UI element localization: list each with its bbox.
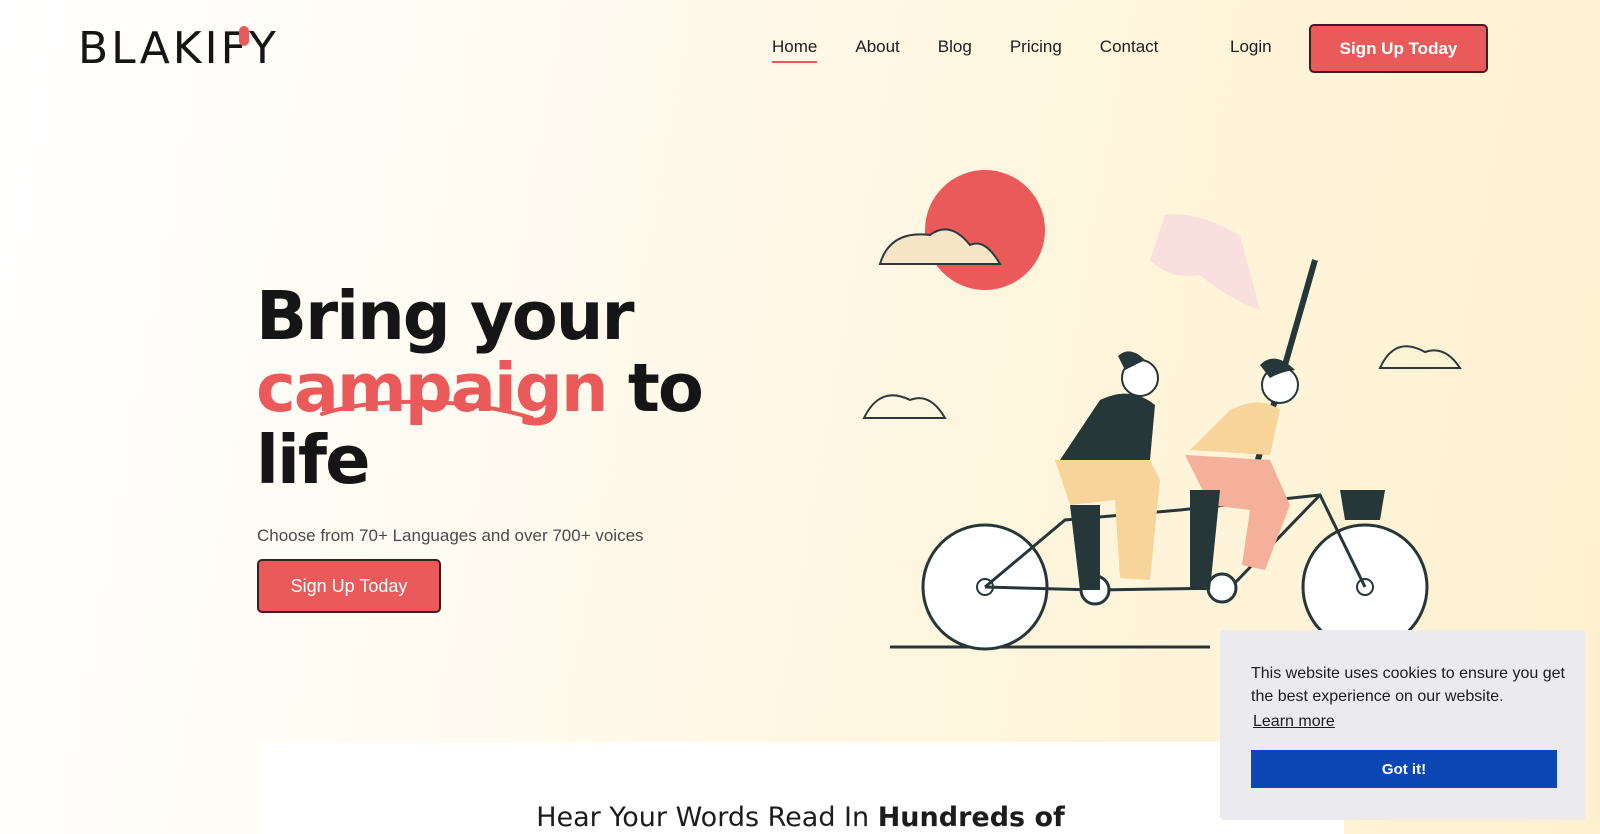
cookie-learn-more-link[interactable]: Learn more xyxy=(1253,713,1335,731)
nav-pricing[interactable]: Pricing xyxy=(1010,36,1062,58)
hero-title-line2: to xyxy=(606,349,704,427)
microphone-icon xyxy=(239,26,249,46)
brand-logo[interactable]: BLAKIFY xyxy=(78,24,279,74)
hero-title-line3: life xyxy=(256,421,371,499)
section-heading: Hear Your Words Read In Hundreds of xyxy=(257,802,1344,833)
nav-blog[interactable]: Blog xyxy=(938,36,972,58)
tandem-bicycle-illustration xyxy=(862,170,1462,651)
accent-underline xyxy=(320,399,534,420)
login-link[interactable]: Login xyxy=(1230,36,1272,58)
hero-title-line1: Bring your xyxy=(256,277,635,355)
hero-title: Bring your campaign to life xyxy=(256,280,726,496)
section-heading-bold: Hundreds of xyxy=(877,802,1065,833)
cookie-message: This website uses cookies to ensure you … xyxy=(1251,665,1565,705)
cookie-banner: This website uses cookies to ensure you … xyxy=(1220,630,1586,820)
hero-subtitle: Choose from 70+ Languages and over 700+ … xyxy=(257,526,644,545)
cookie-accept-button[interactable]: Got it! xyxy=(1251,750,1557,788)
site-header: BLAKIFY Home About Blog Pricing Contact … xyxy=(0,0,1600,100)
main-nav: Home About Blog Pricing Contact xyxy=(772,36,1159,63)
hero-signup-button[interactable]: Sign Up Today xyxy=(257,559,441,613)
nav-contact[interactable]: Contact xyxy=(1100,36,1159,58)
voices-section: Hear Your Words Read In Hundreds of xyxy=(257,742,1344,834)
header-signup-button[interactable]: Sign Up Today xyxy=(1309,24,1488,73)
section-heading-plain: Hear Your Words Read In xyxy=(536,802,878,833)
nav-home[interactable]: Home xyxy=(772,36,818,63)
nav-about[interactable]: About xyxy=(855,36,899,58)
